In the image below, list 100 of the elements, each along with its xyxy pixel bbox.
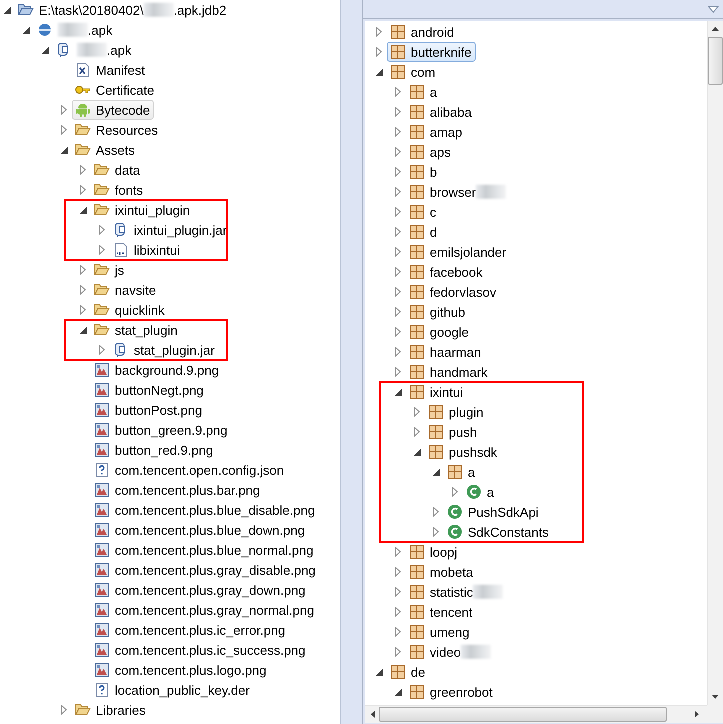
tree-item-label[interactable]: com.tencent.plus.blue_normal.png [115, 542, 314, 558]
tree-item-label[interactable]: amap [430, 124, 463, 140]
tree-item-label[interactable]: fedorvlasov [430, 284, 496, 300]
scroll-up-icon[interactable] [712, 27, 719, 31]
tree-item-label[interactable]: background.9.png [115, 362, 220, 378]
tree-item-label[interactable]: de [411, 664, 426, 680]
tree-item-label[interactable]: handmark [430, 364, 488, 380]
tree-item-label[interactable]: E:\task\20180402\ [39, 2, 144, 18]
collapse-arrow-icon[interactable] [80, 326, 86, 334]
tree-item-label[interactable]: greenrobot [430, 684, 493, 700]
tree-item-label[interactable]: push [449, 424, 478, 440]
selected-tree-item[interactable]: butterknife [387, 42, 476, 62]
tree-item-label[interactable]: facebook [430, 264, 483, 280]
tree-item-label[interactable]: emilsjolander [430, 244, 507, 260]
tree-item-label[interactable]: tencent [430, 604, 473, 620]
tree-item-label[interactable]: ixintui [430, 384, 464, 400]
tree-item-label[interactable]: location_public_key.der [115, 682, 250, 698]
package-icon [409, 184, 425, 200]
selected-tree-item[interactable]: Bytecode [72, 100, 154, 120]
tree-item-label[interactable]: aps [430, 144, 451, 160]
tree-item-label[interactable]: b [430, 164, 438, 180]
scroll-thumb[interactable] [708, 37, 723, 85]
collapse-arrow-icon[interactable] [60, 146, 68, 154]
tree-item-label[interactable]: .apk [107, 42, 132, 58]
horizontal-scrollbar[interactable] [365, 705, 707, 723]
tree-item-label[interactable]: com.tencent.plus.logo.png [115, 662, 267, 678]
tree-item-label[interactable]: a [468, 464, 476, 480]
tree-item-label[interactable]: libixintui [134, 242, 180, 258]
tree-item-label[interactable]: data [115, 162, 140, 178]
vertical-scrollbar[interactable] [707, 21, 723, 705]
tree-item-label[interactable]: stat_plugin [115, 322, 178, 338]
tree-item-label[interactable]: js [115, 262, 124, 278]
tree-item-label[interactable]: com.tencent.open.config.json [115, 462, 284, 478]
scroll-left-icon[interactable] [371, 711, 375, 718]
scroll-thumb[interactable] [379, 707, 667, 722]
tree-item-label[interactable]: Assets [96, 142, 136, 158]
tree-item-label[interactable]: ixintui_plugin [115, 202, 190, 218]
collapse-arrow-icon[interactable] [42, 46, 48, 54]
tree-item-label[interactable]: com.tencent.plus.bar.png [115, 482, 260, 498]
tree-item-label[interactable]: loopj [430, 544, 458, 560]
collapse-arrow-icon[interactable] [432, 468, 440, 476]
image-file-icon [94, 542, 110, 558]
tree-item-label[interactable]: com.tencent.plus.ic_success.png [115, 642, 306, 658]
collapse-arrow-icon[interactable] [80, 206, 86, 214]
expand-arrow-icon[interactable] [452, 487, 458, 497]
tree-item-label[interactable]: Libraries [96, 702, 146, 718]
tree-item-label[interactable]: Manifest [96, 62, 146, 78]
tree-item-label[interactable]: a [430, 84, 438, 100]
expand-arrow-icon[interactable] [99, 345, 105, 355]
tree-item-label[interactable]: statistic [430, 584, 474, 600]
collapse-arrow-icon[interactable] [4, 6, 10, 14]
collapse-arrow-icon[interactable] [394, 388, 402, 396]
tree-item-label[interactable]: com.tencent.plus.gray_disable.png [115, 562, 316, 578]
expand-arrow-icon[interactable] [61, 705, 67, 715]
tree-item-label[interactable]: github [430, 304, 466, 320]
scroll-right-icon[interactable] [695, 711, 699, 718]
tree-item-label[interactable]: com [411, 64, 436, 80]
tree-item-label[interactable]: com.tencent.plus.ic_error.png [115, 622, 286, 638]
tree-item-label[interactable]: com.tencent.plus.blue_disable.png [115, 502, 316, 518]
collapse-arrow-icon[interactable] [376, 668, 382, 676]
tree-item-label[interactable]: alibaba [430, 104, 472, 120]
tree-item-label[interactable]: butterknife [411, 44, 472, 60]
class-icon [466, 484, 482, 500]
tree-item-label[interactable]: a [487, 484, 494, 500]
tree-item-label[interactable]: umeng [430, 624, 470, 640]
tree-item-label[interactable]: PushSdkApi [468, 504, 539, 520]
tree-item-label[interactable]: Resources [96, 122, 158, 138]
tree-item-label[interactable]: Certificate [96, 82, 155, 98]
tree-item-label[interactable]: ixintui_plugin.jar [134, 222, 228, 238]
tree-item-label[interactable]: com.tencent.plus.gray_normal.png [115, 602, 314, 618]
tree-item-label[interactable]: haarman [430, 344, 482, 360]
tree-item-label[interactable]: plugin [449, 404, 484, 420]
tree-item-label[interactable]: stat_plugin.jar [134, 342, 215, 358]
tree-item-label[interactable]: buttonPost.png [115, 402, 202, 418]
tree-item-label[interactable]: video [430, 644, 462, 660]
collapse-arrow-icon[interactable] [414, 448, 420, 456]
tree-item-label[interactable]: android [411, 24, 454, 40]
tree-item-label[interactable]: google [430, 324, 470, 340]
scroll-down-icon[interactable] [712, 695, 719, 699]
tree-item-label[interactable]: browser [430, 184, 476, 200]
collapse-arrow-icon[interactable] [22, 26, 30, 34]
tree-item-label[interactable]: .apk [88, 22, 113, 38]
tree-item-label[interactable]: .apk.jdb2 [174, 2, 227, 18]
tree-item-label[interactable]: SdkConstants [468, 524, 549, 540]
tree-item-label[interactable]: fonts [115, 182, 144, 198]
tree-item-label[interactable]: buttonNegt.png [115, 382, 204, 398]
view-menu-icon[interactable] [708, 6, 719, 12]
tree-item-label[interactable]: navsite [115, 282, 156, 298]
tree-item-label[interactable]: mobeta [430, 564, 474, 580]
tree-item-label[interactable]: c [430, 204, 436, 220]
tree-item-label[interactable]: com.tencent.plus.gray_down.png [115, 582, 306, 598]
tree-item-label[interactable]: quicklink [115, 302, 165, 318]
collapse-arrow-icon[interactable] [376, 68, 382, 76]
collapse-arrow-icon[interactable] [394, 688, 402, 696]
tree-item-label[interactable]: Bytecode [96, 102, 150, 118]
tree-item-label[interactable]: button_green.9.png [115, 422, 228, 438]
tree-item-label[interactable]: button_red.9.png [115, 442, 214, 458]
tree-item-label[interactable]: com.tencent.plus.blue_down.png [115, 522, 306, 538]
tree-item-label[interactable]: pushsdk [449, 444, 498, 460]
tree-item-label[interactable]: d [430, 224, 438, 240]
